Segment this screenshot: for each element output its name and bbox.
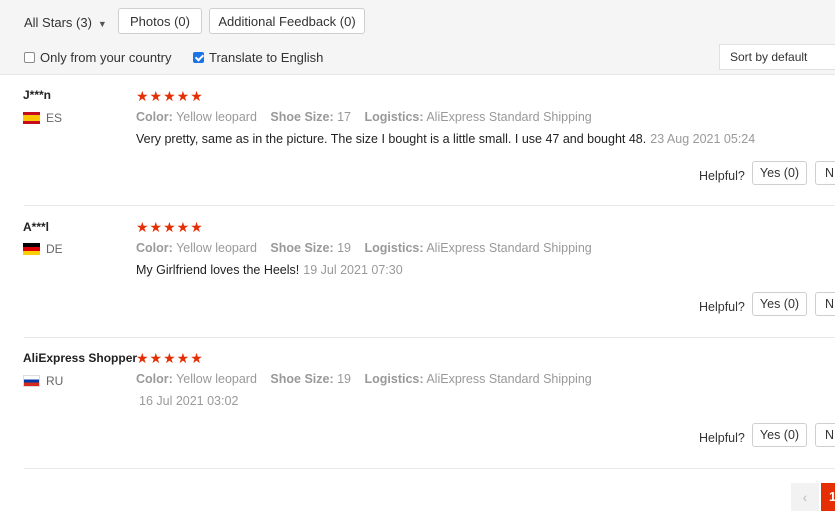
all-stars-label: All Stars (3) <box>24 15 92 30</box>
translate-option[interactable]: Translate to English <box>193 50 323 65</box>
chevron-down-icon: ▼ <box>97 19 107 29</box>
flag-es-icon <box>23 112 40 124</box>
only-country-checkbox[interactable] <box>24 52 35 63</box>
logistics-value: AliExpress Standard Shipping <box>426 110 592 124</box>
shoe-size-label: Shoe Size: <box>270 241 334 255</box>
reviewer-name: A***l <box>23 220 50 234</box>
shoe-size-label: Shoe Size: <box>270 110 334 124</box>
shoe-size-value: 19 <box>337 372 352 386</box>
pagination-prev-button[interactable]: ‹ <box>791 483 819 511</box>
review-divider <box>24 468 835 469</box>
flag-de-icon <box>23 243 40 255</box>
logistics-label: Logistics: <box>364 241 424 255</box>
additional-feedback-button[interactable]: Additional Feedback (0) <box>209 8 365 34</box>
all-stars-filter[interactable]: All Stars (3) ▼ <box>24 15 107 30</box>
reviewer-country: ES <box>23 111 62 125</box>
country-code: RU <box>46 374 64 388</box>
only-country-option[interactable]: Only from your country <box>24 50 172 65</box>
logistics-label: Logistics: <box>364 372 424 386</box>
country-code: DE <box>46 242 63 256</box>
review-attributes: Color: Yellow leopard Shoe Size: 19 Logi… <box>136 372 592 386</box>
shoe-size-value: 17 <box>337 110 352 124</box>
country-code: ES <box>46 111 63 125</box>
color-value: Yellow leopard <box>176 110 257 124</box>
pagination-current-page[interactable]: 1 <box>821 483 835 511</box>
translate-checkbox[interactable] <box>193 52 204 63</box>
review-text-line: My Girlfriend loves the Heels! 19 Jul 202… <box>136 263 403 277</box>
star-rating: ★★★★★ <box>136 219 204 235</box>
review-text: My Girlfriend loves the Heels! <box>136 263 300 277</box>
helpful-yes-button[interactable]: Yes (0) <box>752 423 807 447</box>
color-value: Yellow leopard <box>176 241 257 255</box>
helpful-yes-button[interactable]: Yes (0) <box>752 292 807 316</box>
review-divider <box>24 337 835 338</box>
helpful-label: Helpful? <box>699 169 745 183</box>
helpful-no-button[interactable]: N <box>815 292 835 316</box>
shoe-size-value: 19 <box>337 241 352 255</box>
reviewer-name: AliExpress Shopper <box>23 351 138 365</box>
helpful-no-button[interactable]: N <box>815 161 835 185</box>
logistics-label: Logistics: <box>364 110 424 124</box>
star-rating: ★★★★★ <box>136 88 204 104</box>
review-attributes: Color: Yellow leopard Shoe Size: 19 Logi… <box>136 241 592 255</box>
reviewer-name: J***n <box>23 88 52 102</box>
translate-label: Translate to English <box>209 50 324 65</box>
review-date: 16 Jul 2021 03:02 <box>139 394 239 408</box>
only-country-label: Only from your country <box>40 50 172 65</box>
review-text: Very pretty, same as in the picture. The… <box>136 132 647 146</box>
review-date: 23 Aug 2021 05:24 <box>650 132 756 146</box>
color-label: Color: <box>136 241 173 255</box>
color-label: Color: <box>136 110 173 124</box>
review-attributes: Color: Yellow leopard Shoe Size: 17 Logi… <box>136 110 592 124</box>
shoe-size-label: Shoe Size: <box>270 372 334 386</box>
filter-bar: All Stars (3) ▼ Photos (0) Additional Fee… <box>0 0 835 75</box>
reviewer-country: RU <box>23 374 63 388</box>
star-rating: ★★★★★ <box>136 350 204 366</box>
helpful-no-button[interactable]: N <box>815 423 835 447</box>
sort-select[interactable]: Sort by default <box>719 44 835 70</box>
photos-filter-button[interactable]: Photos (0) <box>118 8 202 34</box>
review-divider <box>24 205 835 206</box>
logistics-value: AliExpress Standard Shipping <box>426 241 592 255</box>
color-value: Yellow leopard <box>176 372 257 386</box>
logistics-value: AliExpress Standard Shipping <box>426 372 592 386</box>
review-date: 19 Jul 2021 07:30 <box>303 263 403 277</box>
helpful-yes-button[interactable]: Yes (0) <box>752 161 807 185</box>
helpful-label: Helpful? <box>699 431 745 445</box>
flag-ru-icon <box>23 375 40 387</box>
helpful-label: Helpful? <box>699 300 745 314</box>
color-label: Color: <box>136 372 173 386</box>
review-text-line: Very pretty, same as in the picture. The… <box>136 132 755 146</box>
reviewer-country: DE <box>23 242 63 256</box>
